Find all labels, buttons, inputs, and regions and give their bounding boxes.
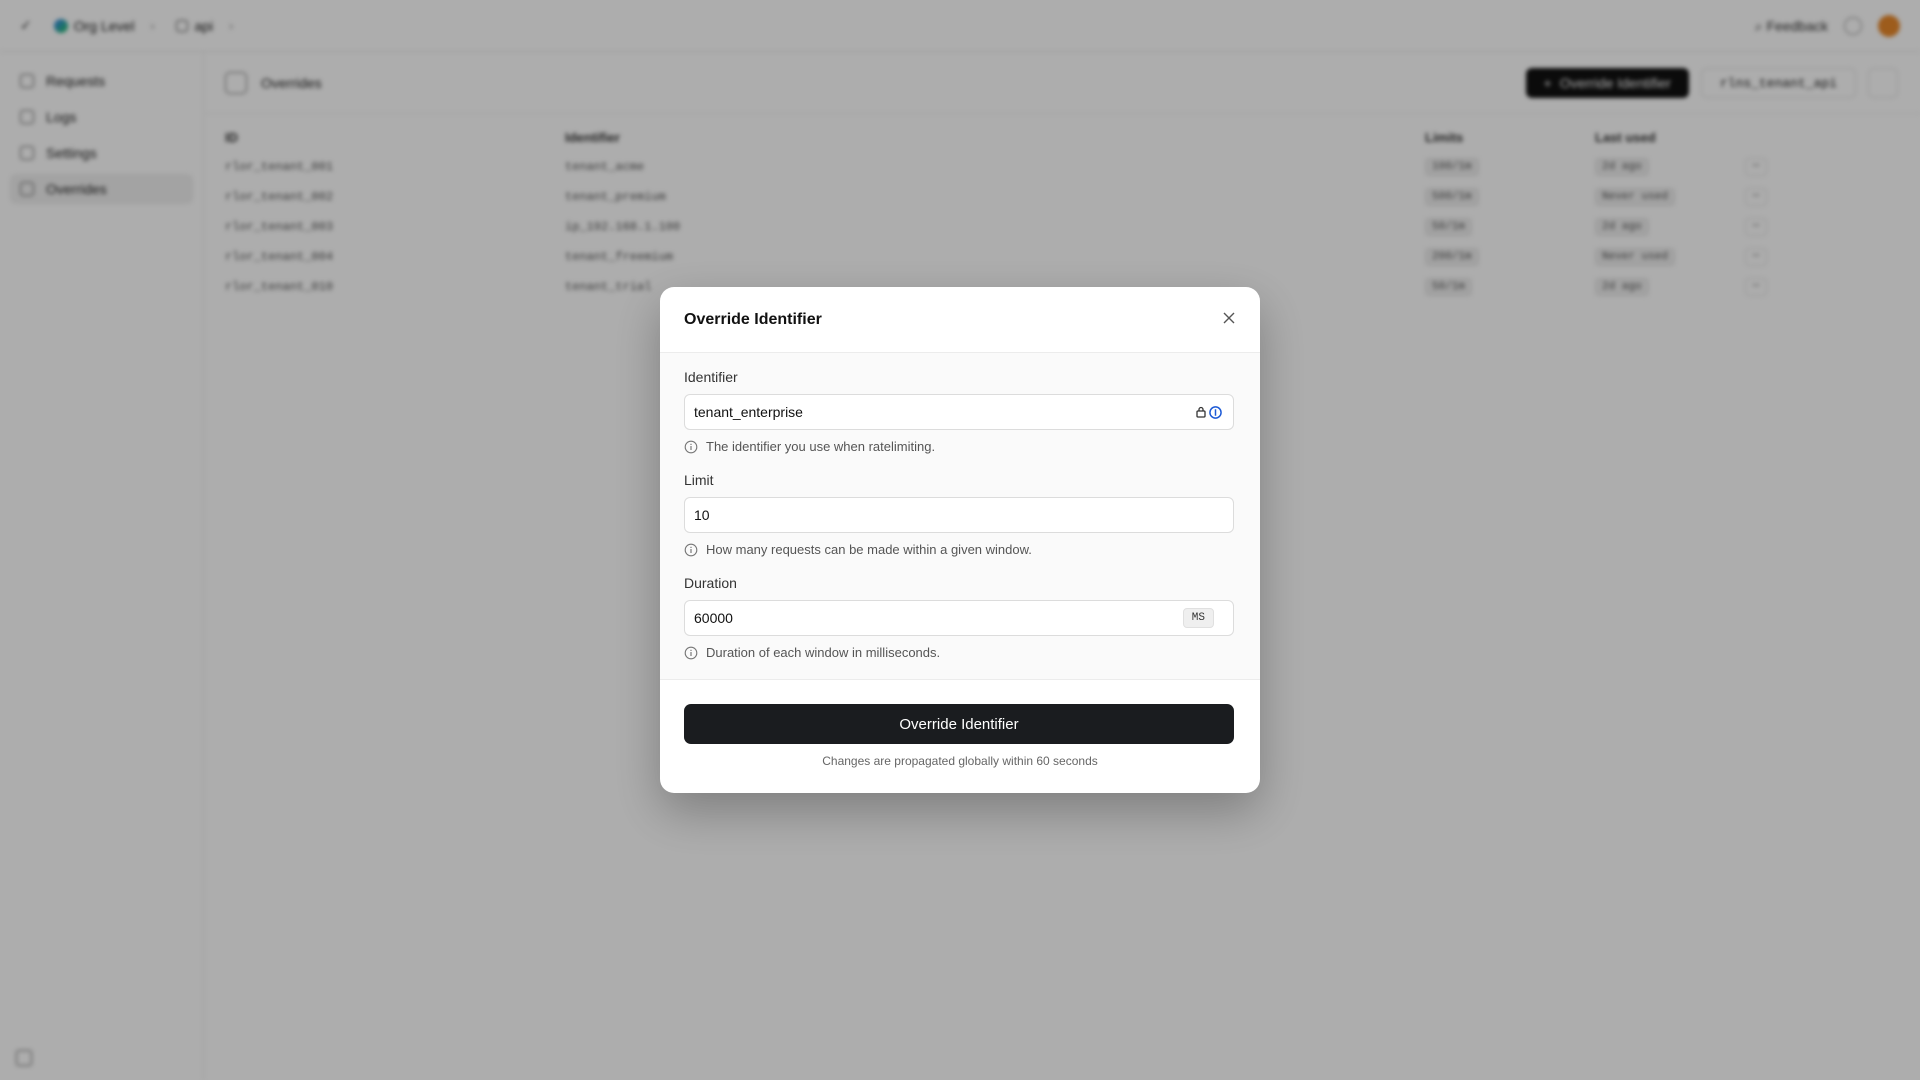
close-icon[interactable] <box>1218 307 1240 329</box>
limit-label: Limit <box>684 472 714 488</box>
limit-field[interactable]: 10 <box>684 497 1234 533</box>
duration-help-text: Duration of each window in milliseconds. <box>706 645 941 660</box>
dialog-footer: Override Identifier Changes are propagat… <box>660 680 1260 768</box>
dialog-title: Override Identifier <box>684 310 822 328</box>
identifier-help: The identifier you use when ratelimiting… <box>684 439 1236 454</box>
override-identifier-dialog: Override Identifier Identifier tenant_en… <box>660 287 1260 793</box>
duration-label: Duration <box>684 575 737 591</box>
dialog-body: Identifier tenant_enterprise The identif… <box>660 353 1260 680</box>
info-icon <box>684 646 698 659</box>
override-identifier-submit-button[interactable]: Override Identifier <box>684 704 1234 744</box>
duration-field[interactable]: 60000 MS <box>684 600 1234 636</box>
propagation-note: Changes are propagated globally within 6… <box>822 754 1098 768</box>
identifier-value: tenant_enterprise <box>694 404 803 420</box>
password-manager-icon[interactable] <box>1195 405 1222 419</box>
identifier-label: Identifier <box>684 369 738 385</box>
duration-value: 60000 <box>694 610 733 626</box>
duration-unit-badge: MS <box>1182 608 1214 628</box>
limit-help-text: How many requests can be made within a g… <box>706 542 1032 557</box>
info-icon <box>684 543 698 556</box>
dialog-header: Override Identifier <box>660 287 1260 353</box>
limit-help: How many requests can be made within a g… <box>684 542 1236 557</box>
limit-value: 10 <box>694 507 710 523</box>
duration-help: Duration of each window in milliseconds. <box>684 645 1236 660</box>
info-icon <box>684 440 698 453</box>
identifier-field[interactable]: tenant_enterprise <box>684 394 1234 430</box>
identifier-help-text: The identifier you use when ratelimiting… <box>706 439 936 454</box>
